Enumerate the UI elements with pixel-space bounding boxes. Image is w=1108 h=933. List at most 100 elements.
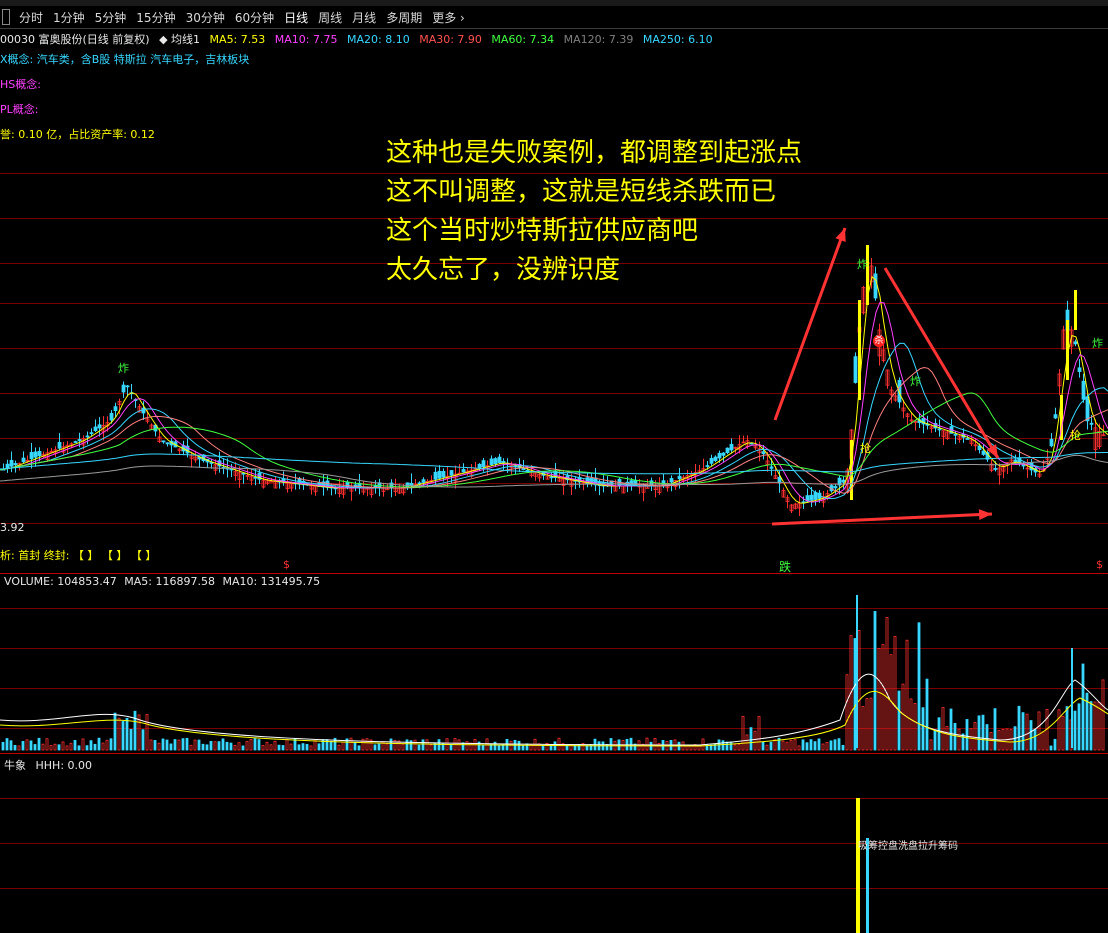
- qiang-mark: 抢: [1070, 429, 1081, 442]
- volume-bar: [981, 714, 985, 751]
- volume-bar: [1089, 701, 1093, 751]
- niuxiang-hhh: HHH: 0.00: [35, 759, 93, 772]
- volume-bar: [429, 744, 433, 751]
- volume-bar: [1009, 729, 1013, 751]
- candle-body: [1085, 396, 1090, 422]
- volume-bar: [209, 740, 213, 751]
- candle-body: [1081, 380, 1086, 400]
- arrow-shaft: [883, 267, 1000, 459]
- volume-bar: [985, 724, 989, 751]
- candle-body: [705, 465, 710, 467]
- candle-body: [841, 479, 846, 483]
- candle-body: [441, 471, 446, 478]
- volume-bar: [909, 698, 913, 751]
- candle-body: [113, 406, 118, 412]
- volume-bar: [1061, 715, 1065, 751]
- volume-bar: [73, 740, 77, 751]
- volume-bar: [1093, 701, 1097, 751]
- candle-body: [937, 428, 942, 431]
- candle-body: [993, 468, 998, 470]
- volume-bar: [949, 708, 953, 751]
- qiang-mark: 抢: [860, 442, 871, 455]
- volume-bar: [805, 742, 809, 751]
- volume-bar: [865, 698, 869, 751]
- volume-ma10: MA10: 131495.75: [222, 575, 321, 588]
- candle-body: [409, 482, 414, 486]
- volume-bar: [801, 739, 805, 751]
- volume-bar: [113, 712, 117, 751]
- volume-bar: [945, 726, 949, 751]
- volume-bar: [385, 743, 389, 751]
- volume-bar: [897, 690, 901, 751]
- niuxiang-legend: 牛象 HHH: 0.00: [4, 757, 92, 773]
- volume-bar: [933, 730, 937, 751]
- candle-body: [109, 412, 114, 421]
- volume-bar: [285, 739, 289, 751]
- candle-body: [9, 459, 14, 467]
- candle-body: [1013, 459, 1018, 463]
- volume-bar: [133, 710, 137, 751]
- volume-bar: [353, 741, 357, 751]
- volume-bar: [157, 742, 161, 751]
- volume-bar: [85, 745, 89, 751]
- volume-bar: [129, 728, 133, 751]
- volume-bar: [261, 745, 265, 751]
- dollar-mark: $: [1096, 558, 1103, 571]
- volume-bar: [273, 740, 277, 751]
- candle-body: [89, 432, 94, 435]
- highlight-candle: [1074, 290, 1077, 330]
- volume-bar: [265, 741, 269, 751]
- volume-bar: [469, 742, 473, 751]
- candle-body: [417, 482, 422, 485]
- volume-bar: [1037, 711, 1041, 751]
- volume-bar: [1073, 710, 1077, 751]
- volume-bar: [809, 739, 813, 751]
- volume-bar: [825, 741, 829, 751]
- volume-bar: [941, 707, 945, 751]
- volume-bar: [1025, 713, 1029, 751]
- volume-bar: [1033, 728, 1037, 751]
- candle-body: [437, 470, 442, 479]
- volume-bar: [101, 742, 105, 751]
- candle-body: [37, 450, 42, 457]
- volume-bar: [109, 738, 113, 751]
- candle-body: [809, 494, 814, 501]
- volume-bar: [189, 744, 193, 751]
- volume-bar: [241, 745, 245, 751]
- volume-bar: [841, 744, 845, 751]
- sha-badge: 杀: [873, 335, 885, 347]
- volume-bar: [13, 745, 17, 751]
- die-mark: 跌: [779, 560, 792, 574]
- candle-body: [121, 384, 126, 393]
- candle-body: [449, 470, 454, 476]
- candle-body: [57, 441, 62, 449]
- volume-bar: [201, 743, 205, 751]
- candle-body: [489, 458, 494, 466]
- volume-bar: [405, 739, 409, 751]
- dollar-mark: $: [283, 558, 290, 571]
- volume-bar: [989, 732, 993, 751]
- volume-bar: [1057, 709, 1061, 751]
- volume-bar: [813, 741, 817, 751]
- volume-bar: [141, 729, 145, 751]
- candle-body: [461, 468, 466, 473]
- volume-bar: [421, 739, 425, 751]
- volume-bar: [417, 744, 421, 751]
- volume-bar: [789, 739, 793, 751]
- volume-bar: [937, 717, 941, 751]
- volume-bar: [281, 745, 285, 751]
- zha-mark: 炸: [857, 258, 868, 271]
- low-price-label: 3.92: [0, 521, 25, 534]
- volume-bar: [1053, 738, 1057, 751]
- volume-ma5: MA5: 116897.58: [124, 575, 215, 588]
- candle-body: [125, 385, 130, 388]
- volume-bar: [149, 739, 153, 751]
- candle-body: [1089, 422, 1094, 425]
- candle-body: [421, 479, 426, 483]
- candle-body: [853, 356, 858, 383]
- volume-bar: [869, 697, 873, 751]
- niuxiang-name[interactable]: 牛象: [4, 759, 26, 772]
- volume-bar: [1017, 705, 1021, 751]
- volume-bar: [213, 741, 217, 751]
- arrow-head: [835, 228, 846, 242]
